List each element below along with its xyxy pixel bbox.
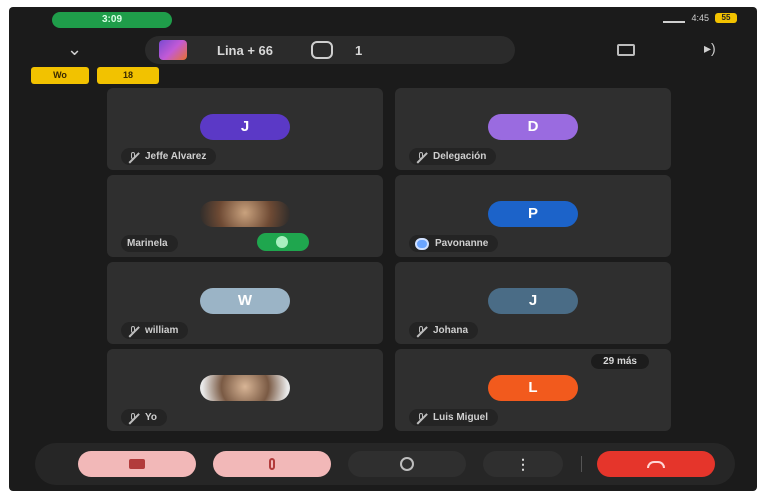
mic-off-icon: [415, 325, 427, 336]
avatar: J: [488, 288, 578, 314]
speaker-icon[interactable]: ▸): [704, 40, 716, 57]
participant-tile[interactable]: J Johana: [395, 262, 671, 344]
chevron-down-icon[interactable]: ⌄: [67, 40, 82, 58]
participant-tile[interactable]: Marinela: [107, 175, 383, 257]
participant-name-pill: Yo: [121, 409, 168, 426]
participant-tile[interactable]: Yo: [107, 349, 383, 431]
reactions-button[interactable]: [348, 451, 466, 477]
room-avatar: [159, 40, 187, 60]
participant-tile[interactable]: W william: [107, 262, 383, 344]
hang-up-icon: [647, 460, 665, 468]
room-header[interactable]: Lina + 66 1: [145, 36, 515, 64]
participant-name-pill: Delegación: [409, 148, 497, 165]
mic-toggle-button[interactable]: [213, 451, 331, 477]
participant-name-pill: william: [121, 322, 189, 339]
cast-icon[interactable]: [617, 44, 635, 56]
participant-tile[interactable]: J Jeffe Alvarez: [107, 88, 383, 170]
battery-icon: 55: [715, 13, 737, 23]
ongoing-call-indicator[interactable]: 3:09: [52, 12, 172, 28]
avatar-photo: [200, 201, 290, 227]
avatar-photo: [200, 375, 290, 401]
participant-name: Johana: [433, 325, 469, 336]
call-screen: 3:09 4:45 55 ⌄ Lina + 66 1 ▸) Wo 18 J Je…: [9, 7, 757, 491]
participants-count: 1: [355, 42, 363, 58]
participant-name: Luis Miguel: [433, 412, 488, 423]
mic-off-icon: [127, 325, 139, 336]
mic-off-icon: [269, 458, 275, 470]
participant-name-pill: Marinela: [121, 235, 178, 252]
participant-name: Delegación: [433, 151, 487, 162]
divider: [581, 456, 582, 472]
tag-badge: 18: [97, 67, 159, 84]
participant-name-pill: Luis Miguel: [409, 409, 498, 426]
video-toggle-button[interactable]: [78, 451, 196, 477]
avatar: J: [200, 114, 290, 140]
participant-name: Marinela: [127, 238, 168, 249]
participant-name: Pavonanne: [435, 238, 489, 249]
status-bar-right: 4:45 55: [663, 13, 737, 23]
more-options-button[interactable]: ⋮: [483, 451, 563, 477]
tag-badge: Wo: [31, 67, 89, 84]
status-dot-icon: [415, 237, 429, 250]
clock: 4:45: [691, 13, 709, 23]
more-vert-icon: ⋮: [516, 455, 530, 472]
participant-tile[interactable]: P Pavonanne: [395, 175, 671, 257]
avatar: W: [200, 288, 290, 314]
avatar: D: [488, 114, 578, 140]
mic-off-icon: [127, 412, 139, 423]
participant-name-pill: Pavonanne: [409, 235, 499, 252]
mic-off-icon: [415, 151, 427, 162]
participant-name: Jeffe Alvarez: [145, 151, 207, 162]
participant-name: william: [145, 325, 179, 336]
avatar: P: [488, 201, 578, 227]
speaking-indicator-icon: [257, 233, 309, 251]
end-call-button[interactable]: [597, 451, 715, 477]
room-name: Lina + 66: [217, 42, 273, 58]
more-participants-badge[interactable]: 29 más: [591, 354, 649, 369]
participants-icon: [311, 41, 333, 59]
call-controls-bar: ⋮: [35, 443, 735, 485]
participant-name: Yo: [145, 412, 158, 423]
signal-icon: [663, 14, 686, 23]
participant-tile[interactable]: D Delegación: [395, 88, 671, 170]
emoji-icon: [400, 457, 414, 471]
mic-off-icon: [127, 151, 139, 162]
participant-name-pill: Johana: [409, 322, 479, 339]
avatar: L: [488, 375, 578, 401]
video-off-icon: [129, 459, 145, 469]
participant-tile[interactable]: 29 más L Luis Miguel: [395, 349, 671, 431]
participant-name-pill: Jeffe Alvarez: [121, 148, 217, 165]
mic-off-icon: [415, 412, 427, 423]
